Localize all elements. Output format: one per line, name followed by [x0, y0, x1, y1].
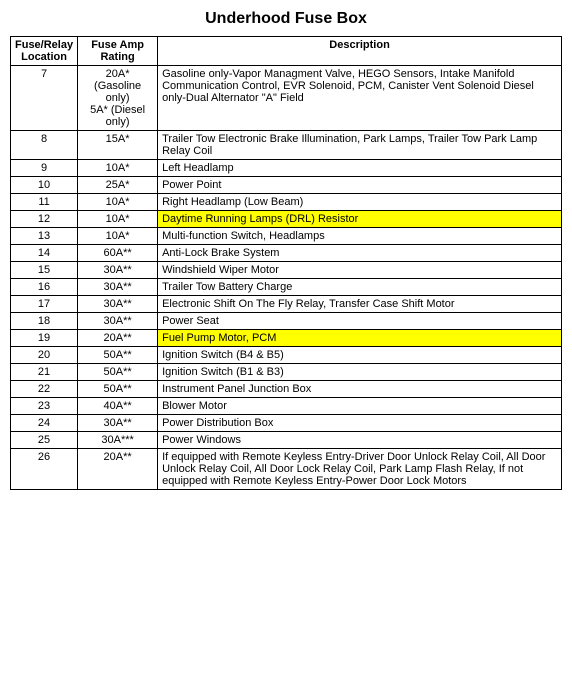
cell-amp: 10A* — [78, 211, 158, 228]
cell-amp: 30A** — [78, 262, 158, 279]
cell-amp: 30A** — [78, 296, 158, 313]
cell-location: 19 — [11, 330, 78, 347]
cell-location: 7 — [11, 66, 78, 131]
cell-amp: 30A** — [78, 279, 158, 296]
cell-amp: 20A*(Gasoline only)5A* (Diesel only) — [78, 66, 158, 131]
header-location: Fuse/RelayLocation — [11, 37, 78, 66]
table-row: 2150A**Ignition Switch (B1 & B3) — [11, 364, 562, 381]
cell-amp: 30A** — [78, 415, 158, 432]
table-row: 815A*Trailer Tow Electronic Brake Illumi… — [11, 131, 562, 160]
cell-amp: 10A* — [78, 228, 158, 245]
header-amp: Fuse AmpRating — [78, 37, 158, 66]
cell-location: 16 — [11, 279, 78, 296]
cell-description: Anti-Lock Brake System — [158, 245, 562, 262]
cell-description: Instrument Panel Junction Box — [158, 381, 562, 398]
cell-amp: 10A* — [78, 160, 158, 177]
cell-description: Power Point — [158, 177, 562, 194]
cell-description: Blower Motor — [158, 398, 562, 415]
table-row: 1025A*Power Point — [11, 177, 562, 194]
cell-location: 22 — [11, 381, 78, 398]
cell-location: 21 — [11, 364, 78, 381]
cell-amp: 50A** — [78, 381, 158, 398]
fuse-table: Fuse/RelayLocation Fuse AmpRating Descri… — [10, 36, 562, 490]
cell-description: Electronic Shift On The Fly Relay, Trans… — [158, 296, 562, 313]
table-row: 1920A**Fuel Pump Motor, PCM — [11, 330, 562, 347]
cell-description: Fuel Pump Motor, PCM — [158, 330, 562, 347]
page-title: Underhood Fuse Box — [10, 10, 562, 28]
table-row: 1310A*Multi-function Switch, Headlamps — [11, 228, 562, 245]
cell-location: 11 — [11, 194, 78, 211]
cell-description: Power Windows — [158, 432, 562, 449]
table-row: 2340A**Blower Motor — [11, 398, 562, 415]
table-row: 1210A*Daytime Running Lamps (DRL) Resist… — [11, 211, 562, 228]
cell-description: Windshield Wiper Motor — [158, 262, 562, 279]
cell-location: 25 — [11, 432, 78, 449]
table-row: 1730A**Electronic Shift On The Fly Relay… — [11, 296, 562, 313]
cell-description: Trailer Tow Battery Charge — [158, 279, 562, 296]
cell-description: If equipped with Remote Keyless Entry-Dr… — [158, 449, 562, 490]
cell-location: 12 — [11, 211, 78, 228]
cell-location: 18 — [11, 313, 78, 330]
table-row: 2250A**Instrument Panel Junction Box — [11, 381, 562, 398]
table-row: 1630A**Trailer Tow Battery Charge — [11, 279, 562, 296]
table-row: 910A*Left Headlamp — [11, 160, 562, 177]
cell-description: Power Seat — [158, 313, 562, 330]
cell-amp: 50A** — [78, 347, 158, 364]
table-row: 2620A**If equipped with Remote Keyless E… — [11, 449, 562, 490]
table-row: 720A*(Gasoline only)5A* (Diesel only)Gas… — [11, 66, 562, 131]
table-row: 1460A**Anti-Lock Brake System — [11, 245, 562, 262]
cell-amp: 30A** — [78, 313, 158, 330]
cell-description: Ignition Switch (B4 & B5) — [158, 347, 562, 364]
cell-amp: 50A** — [78, 364, 158, 381]
cell-description: Left Headlamp — [158, 160, 562, 177]
cell-description: Trailer Tow Electronic Brake Illuminatio… — [158, 131, 562, 160]
cell-description: Gasoline only-Vapor Managment Valve, HEG… — [158, 66, 562, 131]
cell-location: 10 — [11, 177, 78, 194]
cell-description: Right Headlamp (Low Beam) — [158, 194, 562, 211]
cell-description: Daytime Running Lamps (DRL) Resistor — [158, 211, 562, 228]
cell-location: 15 — [11, 262, 78, 279]
cell-location: 17 — [11, 296, 78, 313]
cell-amp: 60A** — [78, 245, 158, 262]
cell-location: 24 — [11, 415, 78, 432]
table-row: 2430A**Power Distribution Box — [11, 415, 562, 432]
cell-location: 9 — [11, 160, 78, 177]
cell-location: 14 — [11, 245, 78, 262]
cell-amp: 20A** — [78, 330, 158, 347]
cell-description: Ignition Switch (B1 & B3) — [158, 364, 562, 381]
table-row: 1110A*Right Headlamp (Low Beam) — [11, 194, 562, 211]
cell-location: 20 — [11, 347, 78, 364]
cell-description: Power Distribution Box — [158, 415, 562, 432]
header-description: Description — [158, 37, 562, 66]
cell-amp: 30A*** — [78, 432, 158, 449]
cell-location: 13 — [11, 228, 78, 245]
cell-amp: 20A** — [78, 449, 158, 490]
cell-location: 8 — [11, 131, 78, 160]
table-row: 1830A**Power Seat — [11, 313, 562, 330]
cell-description: Multi-function Switch, Headlamps — [158, 228, 562, 245]
cell-location: 26 — [11, 449, 78, 490]
cell-amp: 25A* — [78, 177, 158, 194]
table-row: 2530A***Power Windows — [11, 432, 562, 449]
cell-amp: 40A** — [78, 398, 158, 415]
table-row: 1530A**Windshield Wiper Motor — [11, 262, 562, 279]
cell-amp: 10A* — [78, 194, 158, 211]
cell-amp: 15A* — [78, 131, 158, 160]
cell-location: 23 — [11, 398, 78, 415]
table-row: 2050A**Ignition Switch (B4 & B5) — [11, 347, 562, 364]
